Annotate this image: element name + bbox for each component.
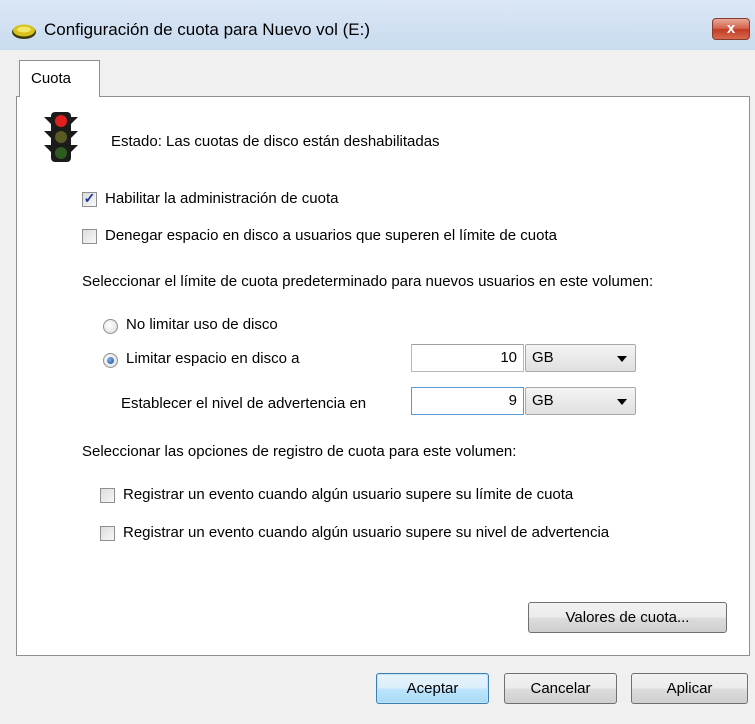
apply-button[interactable]: Aplicar — [631, 673, 748, 704]
logging-heading: Seleccionar las opciones de registro de … — [82, 443, 517, 460]
radio-selected-dot — [107, 357, 114, 364]
quota-entries-button[interactable]: Valores de cuota... — [528, 602, 727, 633]
tab-cuota[interactable]: Cuota — [19, 60, 100, 97]
close-icon: x — [726, 20, 736, 37]
limit-value-input[interactable]: 10 — [411, 344, 524, 372]
no-limit-radio[interactable] — [103, 319, 118, 334]
deny-space-label[interactable]: Denegar espacio en disco a usuarios que … — [105, 227, 557, 244]
warning-unit-select[interactable]: GB — [525, 387, 636, 415]
limit-unit-select[interactable]: GB — [525, 344, 636, 372]
title-bar[interactable]: Configuración de cuota para Nuevo vol (E… — [0, 0, 755, 50]
log-warning-checkbox[interactable] — [100, 526, 115, 541]
limit-unit-value: GB — [532, 349, 554, 366]
status-text: Estado: Las cuotas de disco están deshab… — [111, 133, 440, 150]
window-title: Configuración de cuota para Nuevo vol (E… — [44, 20, 371, 39]
checkmark-icon: ✓ — [83, 190, 96, 206]
log-warning-label[interactable]: Registrar un evento cuando algún usuario… — [123, 524, 609, 541]
limit-label[interactable]: Limitar espacio en disco a — [126, 350, 299, 367]
chevron-down-icon — [617, 399, 627, 405]
warning-unit-value: GB — [532, 392, 554, 409]
tab-label: Cuota — [31, 70, 72, 87]
enable-quota-checkbox[interactable]: ✓ — [82, 190, 97, 207]
disk-icon — [12, 24, 36, 39]
ok-button[interactable]: Aceptar — [376, 673, 489, 704]
cancel-button[interactable]: Cancelar — [504, 673, 617, 704]
no-limit-label[interactable]: No limitar uso de disco — [126, 316, 278, 333]
deny-space-checkbox[interactable] — [82, 229, 97, 244]
warning-label: Establecer el nivel de advertencia en — [121, 395, 367, 412]
limit-radio[interactable] — [103, 353, 118, 368]
traffic-light-icon — [44, 112, 78, 162]
log-limit-label[interactable]: Registrar un evento cuando algún usuario… — [123, 486, 573, 503]
warning-value-input[interactable]: 9 — [411, 387, 524, 415]
close-button[interactable]: x — [712, 18, 750, 40]
default-limit-heading: Seleccionar el límite de cuota predeterm… — [82, 273, 654, 290]
enable-quota-label[interactable]: Habilitar la administración de cuota — [105, 190, 338, 207]
log-limit-checkbox[interactable] — [100, 488, 115, 503]
chevron-down-icon — [617, 356, 627, 362]
dialog-window: Configuración de cuota para Nuevo vol (E… — [0, 0, 755, 724]
tab-panel: Estado: Las cuotas de disco están deshab… — [16, 96, 750, 656]
